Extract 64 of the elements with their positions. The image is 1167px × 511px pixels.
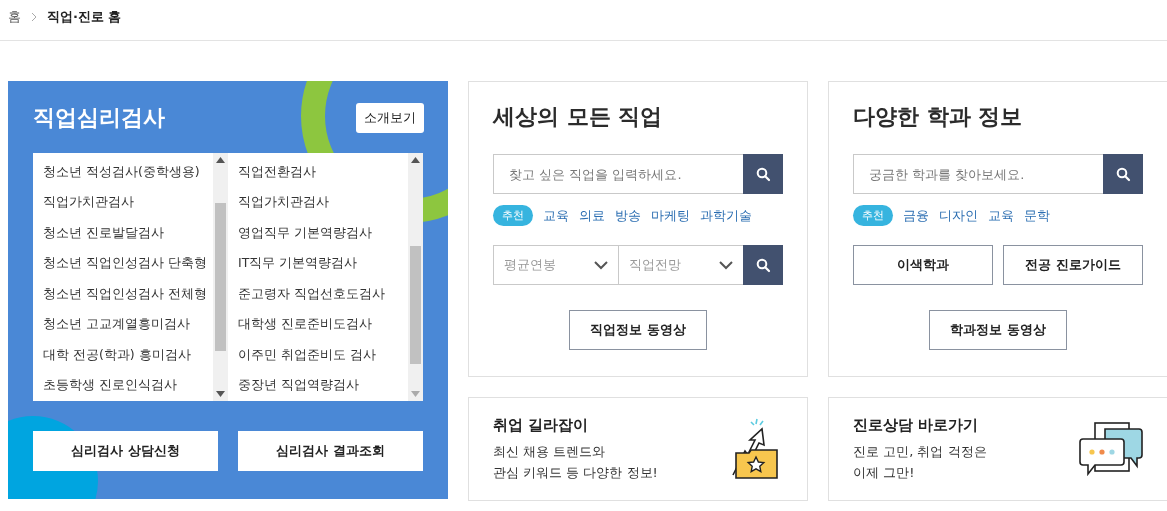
search-icon	[755, 166, 771, 182]
recommend-badge: 추천	[493, 205, 533, 226]
promo-card[interactable]: 취업 길라잡이 최신 채용 트렌드와 관심 키워드 등 다양한 정보!	[468, 397, 808, 501]
promo-card[interactable]: 진로상담 바로가기 진로 고민, 취업 걱정은 이제 그만!	[828, 397, 1167, 501]
video-button[interactable]: 직업정보 동영상	[569, 310, 707, 350]
test-list-item[interactable]: 초등학생 진로인식검사	[43, 370, 213, 401]
search-icon	[1115, 166, 1131, 182]
promo-text: 이제 그만!	[853, 463, 916, 482]
scroll-up-icon[interactable]	[216, 157, 225, 163]
scroll-down-icon[interactable]	[216, 391, 225, 397]
action-button[interactable]: 심리검사 결과조회	[238, 431, 423, 471]
chevron-right-icon	[31, 12, 37, 22]
keyword-link[interactable]: 교육	[543, 206, 569, 225]
promo-title: 취업 길라잡이	[493, 415, 590, 435]
keyword-link[interactable]: 교육	[988, 206, 1014, 225]
card-title: 다양한 학과 정보	[853, 103, 1024, 131]
chat-bubbles-icon	[1079, 421, 1143, 477]
keyword-link[interactable]: 금융	[903, 206, 929, 225]
action-button[interactable]: 심리검사 상담신청	[33, 431, 218, 471]
test-list-item[interactable]: 대학생 진로준비도검사	[238, 309, 408, 340]
chevron-down-icon	[594, 260, 608, 270]
promo-title: 진로상담 바로가기	[853, 415, 980, 435]
search-field[interactable]: 궁금한 학과를 찾아보세요.	[853, 154, 1103, 194]
keyword-link[interactable]: 디자인	[939, 206, 978, 225]
scroll-up-icon[interactable]	[411, 157, 420, 163]
keyword-link[interactable]: 과학기술	[700, 206, 752, 225]
test-list-item[interactable]: 직업가치관검사	[238, 187, 408, 218]
breadcrumb-link[interactable]: 직업·진로 홈	[47, 8, 122, 26]
test-list-item[interactable]: IT직무 기본역량검사	[238, 248, 408, 279]
promo-text: 관심 키워드 등 다양한 정보!	[493, 463, 658, 482]
scrollbar[interactable]	[213, 153, 228, 401]
search-field[interactable]: 찾고 싶은 직업을 입력하세요.	[493, 154, 743, 194]
search-button[interactable]	[743, 154, 783, 194]
test-list-item[interactable]: 직업가치관검사	[43, 187, 213, 218]
intro-button[interactable]: 소개보기	[356, 103, 424, 133]
video-button[interactable]: 학과정보 동영상	[929, 310, 1067, 350]
test-list-item[interactable]: 청소년 고교계열흥미검사	[43, 309, 213, 340]
test-list-item[interactable]: 청소년 직업인성검사 전체형	[43, 279, 213, 310]
keyword-link[interactable]: 방송	[615, 206, 641, 225]
test-list-item[interactable]: 청소년 진로발달검사	[43, 218, 213, 249]
card-title: 세상의 모든 직업	[493, 103, 664, 131]
panel-title: 직업심리검사	[33, 104, 165, 132]
scrollbar[interactable]	[408, 153, 423, 401]
promo-text: 진로 고민, 취업 걱정은	[853, 442, 987, 461]
keyword-link[interactable]: 마케팅	[651, 206, 690, 225]
keyword-link[interactable]: 의료	[579, 206, 605, 225]
test-list-item[interactable]: 대학 전공(학과) 흥미검사	[43, 340, 213, 371]
test-list-item[interactable]: 이주민 취업준비도 검사	[238, 340, 408, 371]
test-list-item[interactable]: 청소년 적성검사(중학생용)	[43, 157, 213, 188]
search-icon	[755, 257, 771, 273]
test-list-item[interactable]: 영업직무 기본역량검사	[238, 218, 408, 249]
breadcrumb-link[interactable]: 홈	[8, 8, 21, 26]
test-list-item[interactable]: 직업전환검사	[238, 157, 408, 188]
keyword-link[interactable]: 문학	[1024, 206, 1050, 225]
search-button[interactable]	[743, 245, 783, 285]
test-list-item[interactable]: 중장년 직업역량검사	[238, 370, 408, 401]
search-button[interactable]	[1103, 154, 1143, 194]
promo-text: 최신 채용 트렌드와	[493, 442, 607, 461]
major-button[interactable]: 전공 진로가이드	[1003, 245, 1143, 285]
test-list-item[interactable]: 청소년 직업인성검사 단축형	[43, 248, 213, 279]
test-list-item[interactable]: 준고령자 직업선호도검사	[238, 279, 408, 310]
major-button[interactable]: 이색학과	[853, 245, 993, 285]
chevron-down-icon	[719, 260, 733, 270]
recommend-badge: 추천	[853, 205, 893, 226]
